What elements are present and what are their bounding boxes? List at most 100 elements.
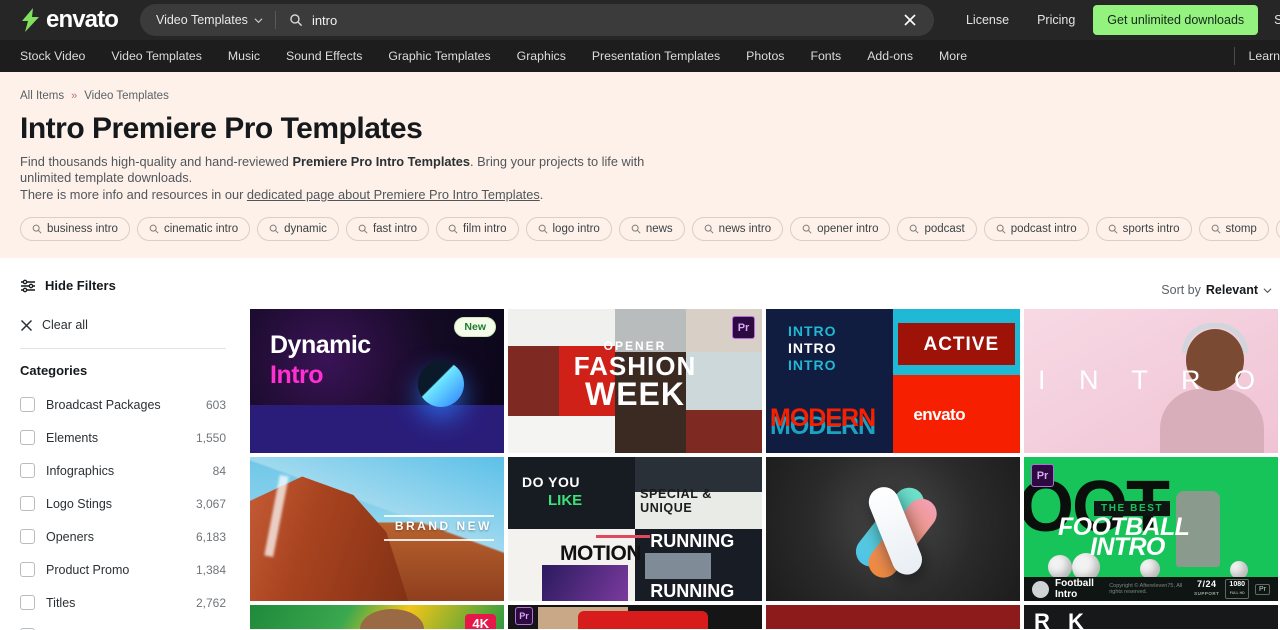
result-card-maroon-partial[interactable] xyxy=(766,605,1020,629)
header-link-license[interactable]: License xyxy=(952,13,1023,27)
filter-logo-stings[interactable]: Logo Stings 3,067 xyxy=(20,487,226,520)
search-icon xyxy=(631,224,641,234)
result-card-motion-running-opener[interactable]: DO YOU LIKE SPECIAL & UNIQUE MOTION RUNN… xyxy=(508,457,762,601)
filter-elements[interactable]: Elements 1,550 xyxy=(20,421,226,454)
chip-logo-intro[interactable]: logo intro xyxy=(525,217,612,242)
filters-sidebar: Hide Filters Clear all Categories Broadc… xyxy=(0,258,250,630)
search-input-wrap[interactable]: intro xyxy=(276,13,902,28)
filter-broadcast-packages[interactable]: Broadcast Packages 603 xyxy=(20,388,226,421)
sort-dropdown[interactable]: Sort by Relevant xyxy=(1161,283,1272,297)
checkbox[interactable] xyxy=(20,430,35,445)
filter-label: Broadcast Packages xyxy=(46,397,161,412)
card-text-motion: MOTION xyxy=(560,542,642,565)
card-text-rk: R K xyxy=(1034,609,1090,629)
result-card-ribbon-logo-sting[interactable] xyxy=(766,457,1020,601)
checkbox[interactable] xyxy=(20,397,35,412)
breadcrumb-item-all-items[interactable]: All Items xyxy=(20,90,64,102)
sign-in-link[interactable]: Sign in xyxy=(1258,13,1280,27)
chip-stomp[interactable]: stomp xyxy=(1198,217,1269,242)
search-icon xyxy=(1211,224,1221,234)
chip-film-intro[interactable]: film intro xyxy=(436,217,519,242)
filter-infographics[interactable]: Infographics 84 xyxy=(20,454,226,487)
chip-news[interactable]: news xyxy=(618,217,685,242)
chevron-down-icon xyxy=(1263,287,1272,293)
nav-item-sound-effects[interactable]: Sound Effects xyxy=(273,49,375,63)
nav-item-presentation-templates[interactable]: Presentation Templates xyxy=(579,49,733,63)
filter-count: 1,384 xyxy=(195,562,226,577)
checkbox[interactable] xyxy=(20,463,35,478)
footer-premiere-badge: Pr xyxy=(1255,583,1270,595)
dedicated-page-link[interactable]: dedicated page about Premiere Pro Intro … xyxy=(247,187,540,202)
card-text-do-you: DO YOU xyxy=(522,474,580,490)
chip-opener-intro[interactable]: opener intro xyxy=(790,217,891,242)
nav-item-fonts[interactable]: Fonts xyxy=(797,49,854,63)
chip-label: sports intro xyxy=(1122,223,1180,236)
checkbox[interactable] xyxy=(20,529,35,544)
sort-prefix: Sort by xyxy=(1161,283,1201,297)
chip-sports-intro[interactable]: sports intro xyxy=(1095,217,1192,242)
filter-label: Logo Stings xyxy=(46,496,113,511)
envato-logo[interactable]: envato xyxy=(20,6,119,33)
result-card-football-intro[interactable]: OOT THE BEST FOOTBALL INTRO Football Int… xyxy=(1024,457,1278,601)
card-band xyxy=(250,405,504,453)
nav-item-photos[interactable]: Photos xyxy=(733,49,797,63)
nav-item-learn[interactable]: Learn xyxy=(1235,49,1280,63)
result-card-modern-glitch-intro[interactable]: INTRO INTRO INTRO MODERN MODERN ACTIVE e… xyxy=(766,309,1020,453)
chip-business-intro[interactable]: business intro xyxy=(20,217,130,242)
card-text-active: ACTIVE xyxy=(923,334,1000,355)
filter-product-promo[interactable]: Product Promo 1,384 xyxy=(20,553,226,586)
clear-all-button[interactable]: Clear all xyxy=(20,318,226,332)
description-part-1: Find thousands high-quality and hand-rev… xyxy=(20,154,293,169)
header-actions: License Pricing Get unlimited downloads … xyxy=(952,5,1280,35)
result-card-kids-green-4k[interactable]: 4K xyxy=(250,605,504,629)
hide-filters-button[interactable]: Hide Filters xyxy=(20,278,226,293)
chip-dynamic[interactable]: dynamic xyxy=(257,217,339,242)
result-card-canyon-brand-new[interactable]: BRAND NEW xyxy=(250,457,504,601)
chip-cinematic-intro[interactable]: cinematic intro xyxy=(136,217,251,242)
filter-label: Titles xyxy=(46,595,76,610)
header-link-pricing[interactable]: Pricing xyxy=(1023,13,1089,27)
hide-filters-label: Hide Filters xyxy=(45,278,116,293)
nav-item-add-ons[interactable]: Add-ons xyxy=(854,49,926,63)
nav-item-graphics[interactable]: Graphics xyxy=(504,49,579,63)
close-icon[interactable] xyxy=(902,12,918,28)
result-card-pink-headphones-intro[interactable]: I N T R O xyxy=(1024,309,1278,453)
nav-item-graphic-templates[interactable]: Graphic Templates xyxy=(375,49,503,63)
nav-item-music[interactable]: Music xyxy=(215,49,273,63)
result-card-dynamic-intro[interactable]: Dynamic Intro New xyxy=(250,309,504,453)
hd-label: FULL HD xyxy=(1229,591,1245,595)
filter-titles[interactable]: Titles 2,762 xyxy=(20,586,226,619)
avatar xyxy=(1032,580,1049,598)
filter-count: 3,067 xyxy=(195,496,226,511)
card-text-modern: MODERN xyxy=(770,404,876,432)
chip-podcast-intro[interactable]: podcast intro xyxy=(983,217,1089,242)
card-text-brand-new: BRAND NEW xyxy=(394,519,492,533)
search-input[interactable]: intro xyxy=(312,13,337,28)
chip-label: dynamic xyxy=(284,223,327,236)
nav-item-more[interactable]: More xyxy=(926,49,980,63)
checkbox[interactable] xyxy=(20,496,35,511)
search-category-selector[interactable]: Video Templates xyxy=(140,13,275,27)
result-card-dark-rk-partial[interactable]: R K xyxy=(1024,605,1278,629)
nav-item-stock-video[interactable]: Stock Video xyxy=(20,49,98,63)
card-text-intro-1: INTRO xyxy=(788,323,837,339)
checkbox[interactable] xyxy=(20,562,35,577)
chip-news-intro[interactable]: news intro xyxy=(691,217,784,242)
filter-label: Product Promo xyxy=(46,562,130,577)
result-card-red-dark-premiere[interactable]: Pr xyxy=(508,605,762,629)
result-card-fashion-week-opener[interactable]: OPENER FASHION WEEK Pr xyxy=(508,309,762,453)
get-unlimited-downloads-button[interactable]: Get unlimited downloads xyxy=(1093,5,1259,35)
envato-wordmark: envato xyxy=(46,6,119,33)
filter-count: 1,550 xyxy=(195,430,226,445)
chip-fast-intro[interactable]: fast intro xyxy=(345,217,430,242)
text-rule-top xyxy=(384,515,494,517)
nav-item-video-templates[interactable]: Video Templates xyxy=(98,49,214,63)
breadcrumb-item-video-templates[interactable]: Video Templates xyxy=(84,90,169,102)
filter-openers[interactable]: Openers 6,183 xyxy=(20,520,226,553)
chip-youtube[interactable]: youtube xyxy=(1275,217,1280,242)
search-bar[interactable]: Video Templates intro xyxy=(139,4,934,36)
checkbox[interactable] xyxy=(20,595,35,610)
support-badge: 7/24 SUPPORT xyxy=(1194,580,1219,598)
filter-video-displays[interactable]: Video Displays 1,545 xyxy=(20,619,226,630)
chip-podcast[interactable]: podcast xyxy=(897,217,977,242)
